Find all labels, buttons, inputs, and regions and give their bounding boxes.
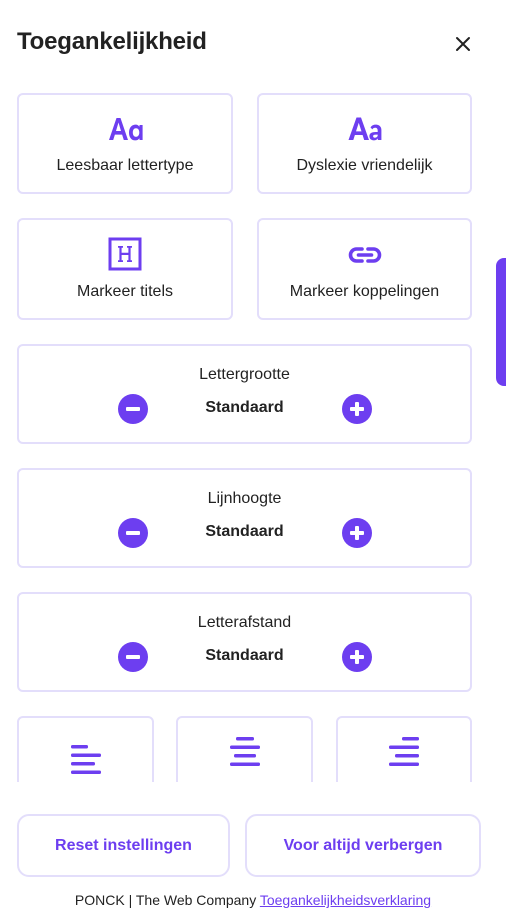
- tile-highlight-headings[interactable]: Markeer titels: [17, 218, 233, 320]
- tile-readable-font[interactable]: Leesbaar lettertype: [17, 93, 233, 194]
- tile-label: Dyslexie vriendelijk: [296, 157, 433, 174]
- reset-settings-button[interactable]: Reset instellingen: [17, 814, 230, 877]
- stepper-value: Standaard: [205, 523, 284, 540]
- increase-letter-spacing-button[interactable]: [342, 642, 372, 672]
- tile-label: Leesbaar lettertype: [56, 157, 194, 174]
- letter-spacing-stepper: Letterafstand Standaard: [17, 592, 472, 692]
- tile-align-left[interactable]: [17, 716, 154, 782]
- dyslexia-font-icon: [259, 115, 470, 143]
- hide-forever-button[interactable]: Voor altijd verbergen: [245, 814, 481, 877]
- panel-title: Toegankelijkheid: [17, 28, 207, 55]
- link-icon: [259, 244, 470, 266]
- line-height-stepper: Lijnhoogte Standaard: [17, 468, 472, 568]
- stepper-label: Letterafstand: [197, 614, 292, 631]
- stepper-label: Lijnhoogte: [207, 490, 282, 507]
- tile-dyslexia-font[interactable]: Dyslexie vriendelijk: [257, 93, 472, 194]
- footer: PONCK | The Web Company Toegankelijkheid…: [0, 892, 506, 908]
- accessibility-panel: Toegankelijkheid Leesbaar lettertype Dys…: [0, 0, 506, 920]
- stepper-value: Standaard: [205, 647, 284, 664]
- tile-highlight-links[interactable]: Markeer koppelingen: [257, 218, 472, 320]
- scroll-area[interactable]: [0, 700, 506, 782]
- increase-line-height-button[interactable]: [342, 518, 372, 548]
- align-right-icon: [338, 737, 470, 769]
- align-left-icon: [19, 745, 152, 777]
- tile-label: Markeer koppelingen: [289, 283, 440, 300]
- stepper-value: Standaard: [205, 399, 284, 416]
- heading-icon: [19, 237, 231, 271]
- tile-align-right[interactable]: [336, 716, 472, 782]
- close-icon[interactable]: [451, 32, 475, 56]
- scrollbar-handle[interactable]: [496, 258, 506, 386]
- increase-font-size-button[interactable]: [342, 394, 372, 424]
- stepper-label: Lettergrootte: [199, 366, 290, 383]
- tile-label: Markeer titels: [76, 283, 174, 300]
- accessibility-statement-link[interactable]: Toegankelijkheidsverklaring: [260, 892, 431, 908]
- font-size-stepper: Lettergrootte Standaard: [17, 344, 472, 444]
- tile-align-center[interactable]: [176, 716, 313, 782]
- align-center-icon: [178, 737, 311, 769]
- readable-font-icon: [19, 115, 231, 143]
- footer-company: PONCK | The Web Company: [74, 892, 257, 908]
